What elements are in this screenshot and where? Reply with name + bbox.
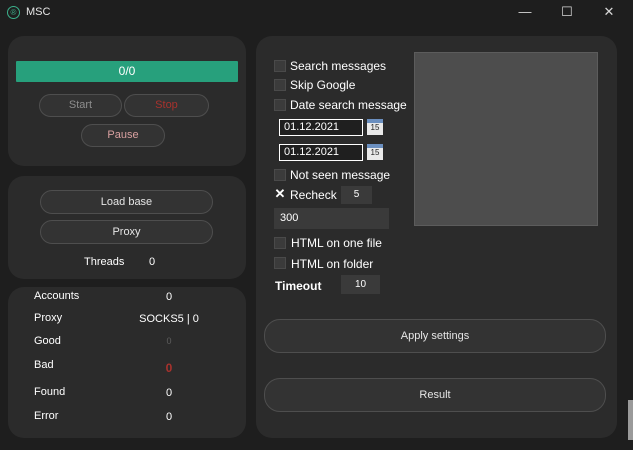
found-label: Found bbox=[34, 386, 66, 398]
value-input[interactable]: 300 bbox=[274, 208, 389, 229]
stop-button[interactable]: Stop bbox=[124, 94, 209, 117]
proxy-stat-value: SOCKS5 | 0 bbox=[139, 313, 199, 325]
accounts-label: Accounts bbox=[34, 290, 80, 302]
good-label: Good bbox=[34, 335, 61, 347]
skip-google-checkbox[interactable] bbox=[274, 79, 286, 91]
title-bar: ® MSC — ☐ ✕ bbox=[0, 0, 633, 26]
proxy-stat-label: Proxy bbox=[34, 312, 63, 324]
good-value: 0 bbox=[166, 336, 172, 346]
proxy-button[interactable]: Proxy bbox=[40, 220, 213, 244]
timeout-label: Timeout bbox=[275, 279, 322, 293]
threads-value: 0 bbox=[148, 256, 156, 268]
threads-label: Threads bbox=[84, 256, 125, 268]
bad-value: 0 bbox=[165, 361, 173, 375]
app-logo-icon: ® bbox=[7, 6, 20, 19]
minimize-button[interactable]: — bbox=[505, 0, 545, 24]
found-value: 0 bbox=[165, 387, 173, 399]
date-from-input[interactable]: 01.12.2021 bbox=[279, 119, 363, 136]
start-button[interactable]: Start bbox=[39, 94, 122, 117]
html-folder-label: HTML on folder bbox=[291, 257, 374, 271]
window-title: MSC bbox=[26, 6, 51, 18]
recheck-checkbox[interactable]: ✕ bbox=[274, 187, 286, 200]
close-button[interactable]: ✕ bbox=[589, 0, 629, 24]
not-seen-checkbox[interactable] bbox=[274, 169, 286, 181]
error-value: 0 bbox=[165, 411, 173, 423]
calendar-to-icon[interactable]: 15 bbox=[367, 144, 383, 160]
date-search-checkbox[interactable] bbox=[274, 99, 286, 111]
progress-bar: 0/0 bbox=[16, 61, 238, 82]
error-label: Error bbox=[34, 410, 59, 422]
html-one-file-label: HTML on one file bbox=[291, 236, 382, 250]
search-messages-checkbox[interactable] bbox=[274, 60, 286, 72]
bad-label: Bad bbox=[34, 359, 54, 371]
scrollbar[interactable] bbox=[628, 400, 633, 440]
not-seen-label: Not seen message bbox=[290, 168, 391, 182]
recheck-spinbox[interactable]: 5 bbox=[341, 186, 372, 204]
preview-box bbox=[414, 52, 598, 226]
date-search-label: Date search message bbox=[290, 98, 407, 112]
recheck-label: Recheck bbox=[290, 188, 337, 202]
load-base-button[interactable]: Load base bbox=[40, 190, 213, 214]
pause-button[interactable]: Pause bbox=[81, 124, 165, 147]
timeout-spinbox[interactable]: 10 bbox=[341, 275, 380, 294]
maximize-button[interactable]: ☐ bbox=[547, 0, 587, 24]
calendar-from-icon[interactable]: 15 bbox=[367, 119, 383, 135]
date-to-input[interactable]: 01.12.2021 bbox=[279, 144, 363, 161]
html-folder-checkbox[interactable] bbox=[274, 257, 286, 269]
html-one-file-checkbox[interactable] bbox=[274, 237, 286, 249]
result-button[interactable]: Result bbox=[264, 378, 606, 412]
search-messages-label: Search messages bbox=[290, 59, 387, 73]
accounts-value: 0 bbox=[165, 291, 173, 303]
apply-settings-button[interactable]: Apply settings bbox=[264, 319, 606, 353]
skip-google-label: Skip Google bbox=[290, 78, 356, 92]
